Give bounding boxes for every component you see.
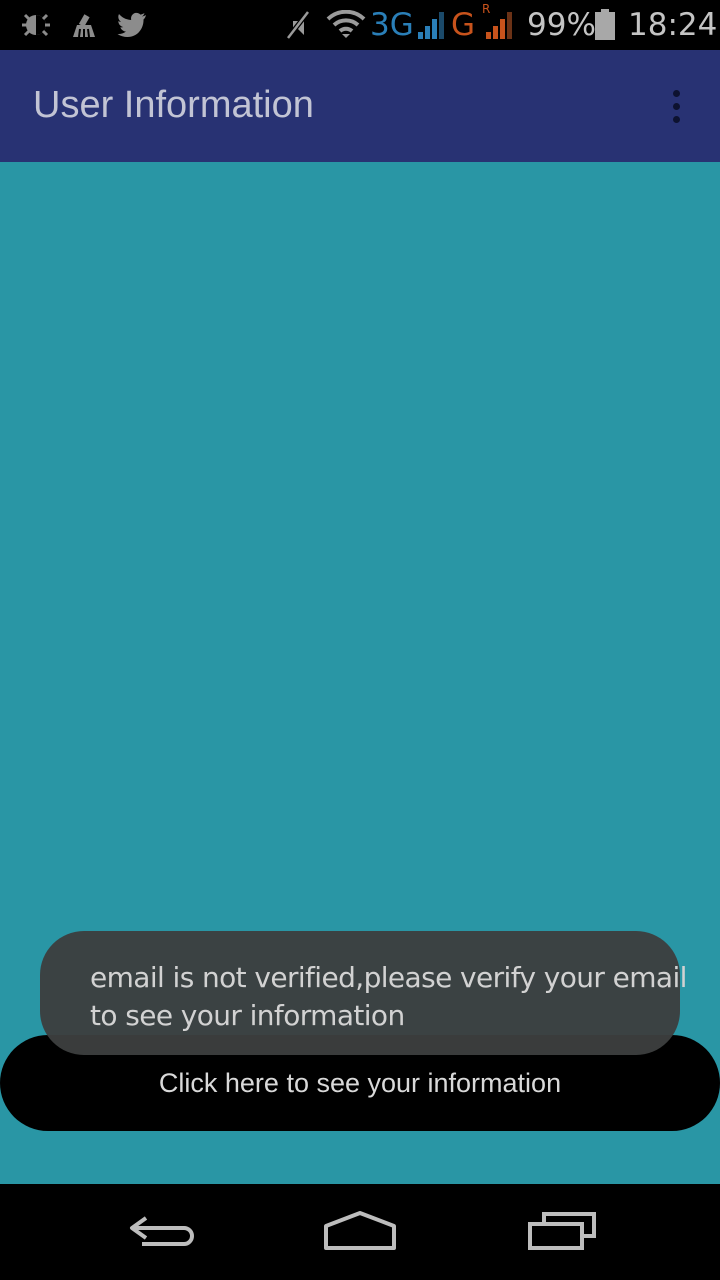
- status-bar: 3G G R 99% 18:24: [0, 0, 720, 50]
- toast-line-2: to see your information: [90, 999, 405, 1032]
- cleaner-icon: [68, 8, 100, 42]
- clock: 18:24: [628, 7, 718, 43]
- menu-dot: [672, 115, 680, 123]
- back-icon[interactable]: [112, 1202, 208, 1262]
- menu-dot: [672, 89, 680, 97]
- overflow-menu-icon[interactable]: [658, 80, 694, 132]
- signal-3g-icon: [416, 8, 448, 42]
- twitter-icon: [116, 8, 148, 42]
- network-3g-label: 3G: [370, 7, 414, 43]
- screen: 3G G R 99% 18:24 User Information Click …: [0, 0, 720, 1280]
- mute-icon: [282, 8, 314, 42]
- recents-icon[interactable]: [514, 1202, 610, 1262]
- toast-message: email is not verified,please verify your…: [40, 931, 687, 1055]
- home-icon[interactable]: [312, 1202, 408, 1262]
- content-area: Click here to see your information email…: [0, 162, 720, 1184]
- network-g-label: G: [451, 7, 476, 43]
- battery-icon: [592, 8, 618, 42]
- menu-dot: [672, 102, 680, 110]
- navigation-bar: [0, 1184, 720, 1280]
- debug-icon: [18, 8, 54, 42]
- signal-g-icon: [482, 8, 516, 42]
- wifi-icon: [326, 8, 366, 42]
- battery-percent: 99%: [527, 7, 596, 43]
- toast-line-1: email is not verified,please verify your…: [90, 961, 687, 994]
- app-bar: User Information: [0, 50, 720, 162]
- page-title: User Information: [33, 84, 314, 126]
